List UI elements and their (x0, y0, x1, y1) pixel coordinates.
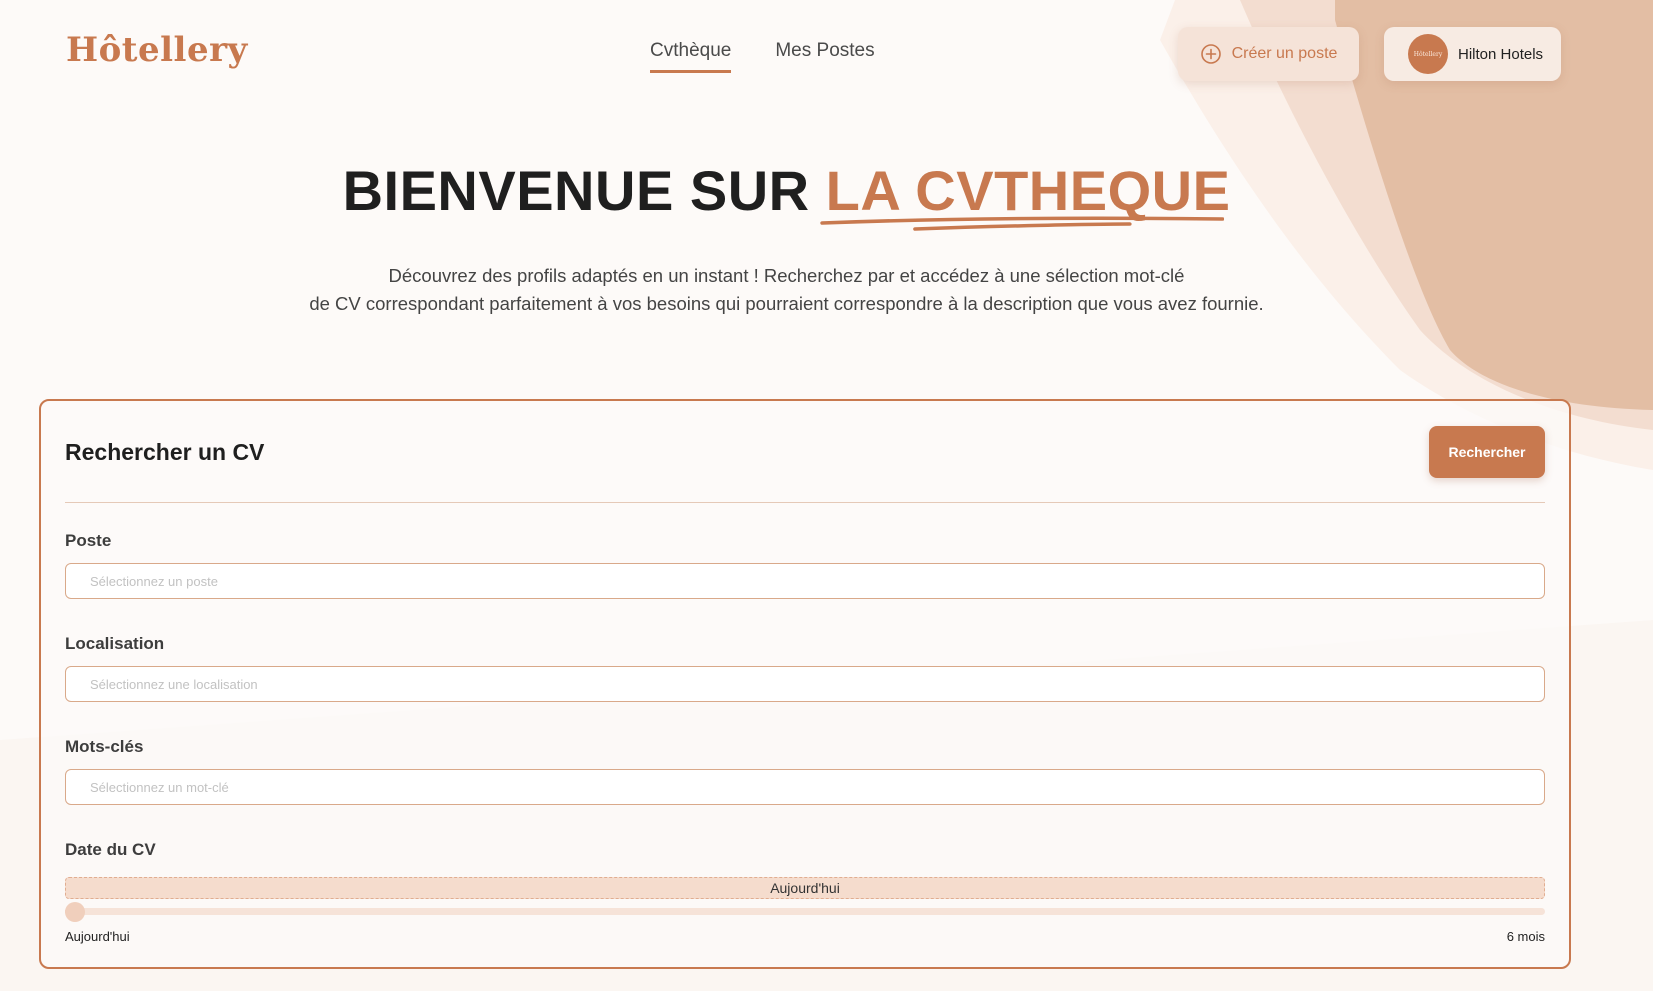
poste-input[interactable] (65, 563, 1545, 599)
nav-item-cvtheque[interactable]: Cvthèque (650, 40, 732, 73)
date-slider-min-label: Aujourd'hui (65, 929, 130, 944)
plus-circle-icon (1200, 44, 1221, 64)
divider (65, 502, 1545, 503)
date-slider-max-label: 6 mois (1506, 929, 1545, 944)
date-slider-thumb[interactable] (65, 902, 85, 922)
underline-stroke (819, 216, 1225, 231)
hero-subtitle-line-1: Découvrez des profils adaptés en un inst… (388, 265, 1185, 286)
search-card: Rechercher un CV Rechercher Poste Locali… (39, 399, 1571, 969)
date-label: Date du CV (65, 840, 156, 859)
create-post-button[interactable]: Créer un poste (1178, 27, 1359, 81)
hero-subtitle-line-2: de CV correspondant parfaitement à vos b… (309, 293, 1264, 314)
date-slider-track[interactable] (65, 902, 1545, 922)
create-post-label: Créer un poste (1231, 45, 1338, 62)
localisation-input[interactable] (65, 666, 1545, 702)
logo[interactable]: Hôtellery (66, 30, 248, 70)
avatar: Hôtellery (1408, 34, 1448, 74)
hero-title-plain: BIENVENUE SUR (342, 159, 810, 222)
account-button[interactable]: Hôtellery Hilton Hotels (1384, 27, 1561, 81)
hero-subtitle: Découvrez des profils adaptés en un inst… (0, 262, 1573, 318)
page: Hôtellery Cvthèque Mes Postes Créer un p… (0, 0, 1653, 991)
hero-title: BIENVENUE SUR LA CVTHEQUE (0, 158, 1573, 231)
main-nav: Cvthèque Mes Postes (650, 40, 875, 73)
mots-cles-input[interactable] (65, 769, 1545, 805)
poste-label: Poste (65, 531, 112, 550)
account-name: Hilton Hotels (1458, 45, 1544, 63)
search-button[interactable]: Rechercher (1429, 426, 1545, 478)
date-slider-value: Aujourd'hui (65, 877, 1545, 899)
localisation-label: Localisation (65, 634, 165, 653)
header: Hôtellery Cvthèque Mes Postes Créer un p… (0, 0, 1653, 110)
search-card-title: Rechercher un CV (65, 439, 265, 465)
nav-item-mes-postes[interactable]: Mes Postes (775, 40, 874, 73)
hero-title-accent-wrap: LA CVTHEQUE (819, 158, 1231, 231)
mots-cles-label: Mots-clés (65, 737, 144, 756)
